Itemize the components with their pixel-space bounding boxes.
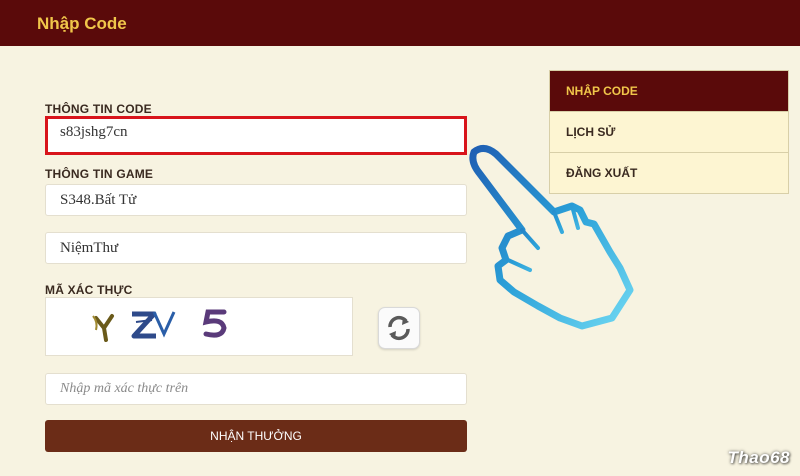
pointing-hand-icon	[462, 140, 642, 345]
page-header: Nhập Code	[0, 0, 800, 46]
refresh-icon	[388, 315, 410, 341]
captcha-image	[45, 297, 353, 356]
menu-item-enter-code[interactable]: NHẬP CODE	[550, 71, 788, 112]
character-field[interactable]: NiệmThư	[45, 232, 467, 264]
refresh-captcha-button[interactable]	[378, 307, 420, 349]
captcha-input[interactable]: Nhập mã xác thực trên	[45, 373, 467, 405]
server-field[interactable]: S348.Bất Tử	[45, 184, 467, 216]
watermark-logo: Thao68	[727, 448, 790, 467]
page-title: Nhập Code	[37, 14, 127, 33]
captcha-label: MÃ XÁC THỰC	[45, 283, 133, 297]
code-input[interactable]: s83jshg7cn	[45, 116, 467, 155]
game-info-label: THÔNG TIN GAME	[45, 167, 154, 181]
code-info-label: THÔNG TIN CODE	[45, 102, 152, 116]
claim-reward-button[interactable]: NHẬN THƯỞNG	[45, 420, 467, 452]
captcha-graphic	[92, 309, 227, 342]
